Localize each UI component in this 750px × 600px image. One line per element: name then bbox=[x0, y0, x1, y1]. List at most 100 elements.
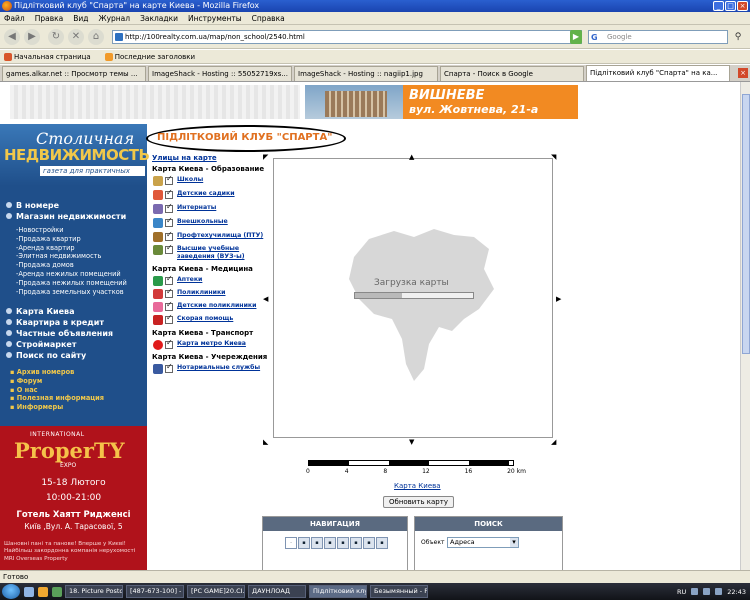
checkbox[interactable] bbox=[165, 314, 173, 324]
layer-notary[interactable]: Нотариальные службы bbox=[153, 363, 265, 374]
site-logo[interactable]: Столичная НЕДВИЖИМОСТЬ газета для практи… bbox=[0, 124, 150, 186]
taskbar-item[interactable]: Безымянный - P... bbox=[370, 585, 428, 598]
zoom-step[interactable]: ▪ bbox=[376, 537, 388, 549]
taskbar-item[interactable]: [PC GAME]20.CI... bbox=[187, 585, 245, 598]
pan-south-icon[interactable]: ▼ bbox=[409, 438, 414, 446]
forward-icon[interactable]: ▶ bbox=[24, 29, 40, 45]
checkbox[interactable] bbox=[165, 189, 173, 199]
quicklaunch-icon[interactable] bbox=[38, 586, 48, 597]
property-expo-ad[interactable]: INTERNATIONAL ProperTY EXPO 15-18 Лютого… bbox=[0, 426, 147, 570]
zoom-step[interactable]: · bbox=[285, 537, 297, 549]
pan-southeast-icon[interactable]: ◢ bbox=[551, 438, 556, 446]
taskbar-item[interactable]: 18. Picture Postca... bbox=[65, 585, 123, 598]
taskbar-item[interactable]: ДАУНЛОАД bbox=[248, 585, 306, 598]
checkbox[interactable] bbox=[165, 288, 173, 298]
layer-vocational[interactable]: Профтехучилища (ПТУ) bbox=[153, 231, 265, 242]
tab-google-search[interactable]: Спарта - Поиск в Google bbox=[440, 66, 584, 81]
search-input[interactable]: G Google bbox=[588, 30, 728, 44]
ad-banner-vyshneve[interactable]: ВИШНЕВЕ вул. Жовтнева, 21-а bbox=[305, 85, 578, 119]
sidebar-item-apartments-rent[interactable]: -Аренда квартир bbox=[16, 244, 127, 253]
kiev-map-link[interactable]: Карта Киева bbox=[394, 482, 441, 490]
maximize-button[interactable]: □ bbox=[725, 1, 736, 11]
home-icon[interactable]: ⌂ bbox=[88, 29, 104, 45]
bookmark-latest[interactable]: Последние заголовки bbox=[104, 52, 195, 61]
volume-icon[interactable] bbox=[715, 588, 723, 595]
layer-boarding-schools[interactable]: Интернаты bbox=[153, 203, 265, 214]
zoom-step[interactable]: ▪ bbox=[324, 537, 336, 549]
checkbox[interactable] bbox=[165, 301, 173, 311]
layer-polyclinics[interactable]: Поликлиники bbox=[153, 288, 265, 299]
url-bar[interactable]: http://100realty.com.ua/map/non_school/2… bbox=[112, 30, 582, 44]
tray-icon[interactable] bbox=[703, 588, 711, 595]
menu-help[interactable]: Справка bbox=[252, 14, 285, 23]
tray-icon[interactable] bbox=[691, 588, 699, 595]
streets-on-map-link[interactable]: Улицы на карте bbox=[152, 154, 217, 162]
layer-kindergartens[interactable]: Детские садики bbox=[153, 189, 265, 200]
pan-northeast-icon[interactable]: ◥ bbox=[551, 153, 556, 161]
layer-children-polyclinics[interactable]: Детские поликлиники bbox=[153, 301, 265, 312]
checkbox[interactable] bbox=[165, 231, 173, 241]
search-go-icon[interactable]: ⚲ bbox=[732, 30, 744, 44]
menu-history[interactable]: Журнал bbox=[99, 14, 131, 23]
sidebar-item-commercial-sale[interactable]: -Продажа нежилых помещений bbox=[16, 279, 127, 288]
checkbox[interactable] bbox=[165, 175, 173, 185]
stop-icon[interactable]: ✕ bbox=[68, 29, 84, 45]
layer-extracurricular[interactable]: Внешкольные bbox=[153, 217, 265, 228]
pan-west-icon[interactable]: ◀ bbox=[263, 295, 268, 303]
zoom-step[interactable]: ▪ bbox=[298, 537, 310, 549]
sidebar-item-in-issue[interactable]: В номере bbox=[6, 200, 146, 211]
back-icon[interactable]: ◀ bbox=[4, 29, 20, 45]
quicklaunch-icon[interactable] bbox=[52, 586, 62, 597]
sidebar-item-informers[interactable]: ▪ Информеры bbox=[10, 403, 104, 412]
pan-southwest-icon[interactable]: ◣ bbox=[263, 438, 268, 446]
sidebar-item-building-market[interactable]: Строймаркет bbox=[6, 339, 146, 350]
minimize-button[interactable]: _ bbox=[713, 1, 724, 11]
checkbox[interactable] bbox=[165, 275, 173, 285]
sidebar-item-realty-shop[interactable]: Магазин недвижимости bbox=[6, 211, 146, 222]
sidebar-item-archive[interactable]: ▪ Архив номеров bbox=[10, 368, 104, 377]
zoom-step[interactable]: ▪ bbox=[311, 537, 323, 549]
quicklaunch-icon[interactable] bbox=[24, 586, 34, 597]
layer-universities[interactable]: Высшие учебные заведения (ВУЗ-ы) bbox=[153, 244, 265, 261]
page-scrollbar[interactable] bbox=[740, 82, 750, 570]
sidebar-item-kiev-map[interactable]: Карта Киева bbox=[6, 306, 146, 317]
tab-close-icon[interactable]: × bbox=[738, 68, 748, 78]
checkbox[interactable] bbox=[165, 244, 173, 254]
checkbox[interactable] bbox=[165, 339, 173, 349]
tab-imageshack-2[interactable]: ImageShack - Hosting :: nagiip1.jpg bbox=[294, 66, 438, 81]
pan-north-icon[interactable]: ▲ bbox=[409, 153, 414, 161]
sidebar-item-houses-sale[interactable]: -Продажа домов bbox=[16, 261, 127, 270]
sidebar-item-apartments-sale[interactable]: -Продажа квартир bbox=[16, 235, 127, 244]
pan-northwest-icon[interactable]: ◤ bbox=[263, 153, 268, 161]
taskbar-item-active[interactable]: Підлітковий клуб... bbox=[309, 585, 367, 598]
menu-bookmarks[interactable]: Закладки bbox=[140, 14, 178, 23]
start-button[interactable] bbox=[2, 584, 20, 599]
sidebar-item-forum[interactable]: ▪ Форум bbox=[10, 377, 104, 386]
sidebar-item-elite[interactable]: -Элитная недвижимость bbox=[16, 252, 127, 261]
layer-metro[interactable]: Карта метро Киева bbox=[153, 339, 265, 350]
sidebar-item-site-search[interactable]: Поиск по сайту bbox=[6, 350, 146, 361]
zoom-step[interactable]: ▪ bbox=[350, 537, 362, 549]
menu-tools[interactable]: Инструменты bbox=[188, 14, 242, 23]
scrollbar-thumb[interactable] bbox=[742, 94, 750, 354]
sidebar-item-commercial-rent[interactable]: -Аренда нежилых помещений bbox=[16, 270, 127, 279]
sidebar-item-credit[interactable]: Квартира в кредит bbox=[6, 317, 146, 328]
pan-east-icon[interactable]: ▶ bbox=[556, 295, 561, 303]
checkbox[interactable] bbox=[165, 203, 173, 213]
sidebar-item-useful-info[interactable]: ▪ Полезная информация bbox=[10, 394, 104, 403]
sidebar-item-about[interactable]: ▪ О нас bbox=[10, 386, 104, 395]
go-icon[interactable]: ▶ bbox=[570, 30, 582, 44]
sidebar-item-land-sale[interactable]: -Продажа земельных участков bbox=[16, 288, 127, 297]
reload-icon[interactable]: ↻ bbox=[48, 29, 64, 45]
tab-games-alkar[interactable]: games.alkar.net :: Просмотр темы ... bbox=[2, 66, 146, 81]
tab-sparta-club[interactable]: Підлітковий клуб "Спарта" на ка... bbox=[586, 65, 730, 81]
menu-edit[interactable]: Правка bbox=[35, 14, 64, 23]
refresh-map-button[interactable]: Обновить карту bbox=[383, 496, 454, 508]
close-button[interactable]: × bbox=[737, 1, 748, 11]
checkbox[interactable] bbox=[165, 217, 173, 227]
zoom-step[interactable]: ▪ bbox=[363, 537, 375, 549]
layer-pharmacies[interactable]: Аптеки bbox=[153, 275, 265, 286]
menu-view[interactable]: Вид bbox=[73, 14, 88, 23]
taskbar-item[interactable]: [487-673-100] - O... bbox=[126, 585, 184, 598]
menu-file[interactable]: Файл bbox=[4, 14, 25, 23]
